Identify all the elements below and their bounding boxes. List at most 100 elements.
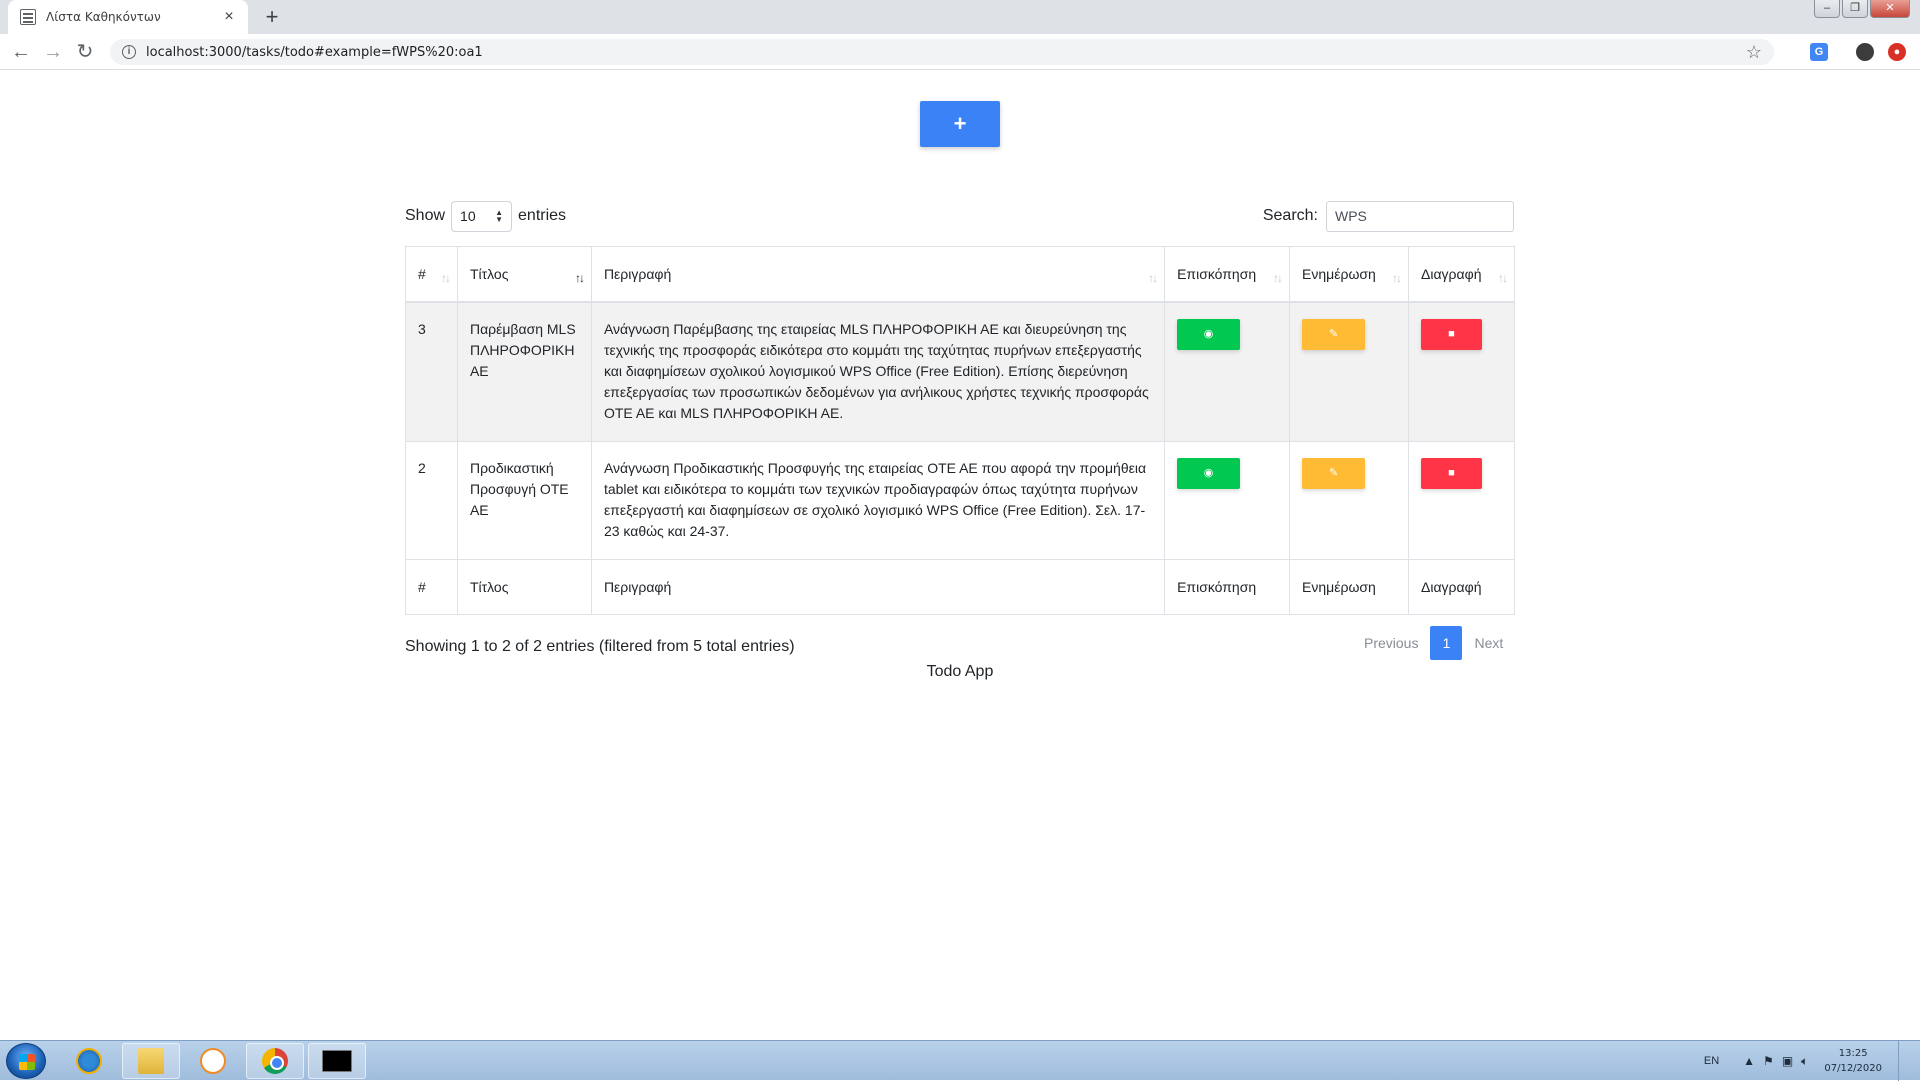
sort-ascending-icon: ↑↓	[574, 271, 585, 285]
column-label: Περιγραφή	[603, 265, 672, 282]
tab-close-icon[interactable]: ×	[220, 8, 238, 26]
edit-button[interactable]: ✎	[1302, 458, 1366, 489]
column-label: #	[418, 265, 426, 282]
new-tab-button[interactable]: +	[258, 3, 286, 31]
edit-icon: ✎	[1328, 327, 1339, 340]
column-header-title[interactable]: Τίτλος ↑↓	[456, 246, 592, 303]
app-footer: Todo App	[926, 663, 994, 680]
eye-icon: ◉	[1203, 467, 1214, 479]
column-label: Τίτλος	[469, 265, 509, 282]
table-row: 3 Παρέμβαση MLS ΠΛΗΡΟΦΟΡΙΚΗ ΑΕ Ανάγνωση …	[405, 301, 1515, 442]
search-label: Search:	[1262, 207, 1318, 224]
table-info: Showing 1 to 2 of 2 entries (filtered fr…	[405, 638, 795, 655]
table-footer-row: # Τίτλος Περιγραφή Επισκόπηση Ενημέρωση …	[405, 559, 1515, 615]
trash-icon: ■	[1448, 467, 1455, 479]
profile-avatar[interactable]	[1856, 43, 1874, 61]
edit-button[interactable]: ✎	[1302, 318, 1366, 350]
column-header-id[interactable]: # ↑↓	[405, 246, 458, 303]
sort-icon: ↑↓	[1148, 271, 1158, 285]
reload-icon[interactable]: ↻	[72, 39, 98, 65]
delete-button[interactable]: ■	[1421, 458, 1482, 489]
column-label: Επισκόπηση	[1177, 265, 1257, 282]
cell-delete: ■	[1408, 441, 1515, 560]
url-text[interactable]: localhost:3000/tasks/todo#example=fWPS%2…	[146, 45, 1746, 60]
taskbar-ie[interactable]	[60, 1043, 118, 1079]
back-icon[interactable]: ←	[8, 39, 34, 65]
show-desktop-button[interactable]	[1898, 1041, 1910, 1081]
browser-tab[interactable]: Λίστα Καθηκόντων ×	[8, 0, 248, 34]
cell-view: ◉	[1164, 301, 1291, 442]
bookmark-star-icon[interactable]: ☆	[1746, 42, 1762, 63]
restore-icon[interactable]: ❐	[1842, 0, 1868, 18]
search-input[interactable]: WPS	[1326, 200, 1514, 232]
translate-icon[interactable]: G	[1810, 43, 1828, 61]
page-1-button[interactable]: 1	[1430, 626, 1463, 660]
taskbar-media-player[interactable]	[184, 1043, 242, 1079]
cell-delete: ■	[1408, 301, 1515, 442]
cell-title: Προδικαστική Προσφυγή ΟΤΕ ΑΕ	[456, 441, 592, 560]
windows-taskbar: EN ▲ ⚑ ▣ 🔈︎ 13:25 07/12/2020	[0, 1040, 1920, 1081]
clock[interactable]: 13:25 07/12/2020	[1824, 1046, 1882, 1076]
footer-view: Επισκόπηση	[1164, 559, 1291, 615]
start-button[interactable]	[6, 1043, 46, 1079]
entries-select-value: 10	[460, 208, 476, 224]
chrome-icon	[262, 1048, 288, 1074]
clock-date: 07/12/2020	[1824, 1063, 1882, 1074]
cell-description: Ανάγνωση Προδικαστικής Προσφυγής της ετα…	[590, 441, 1166, 560]
extension-icon[interactable]: ●	[1888, 43, 1906, 61]
next-page-button[interactable]: Next	[1462, 635, 1515, 651]
column-header-description[interactable]: Περιγραφή ↑↓	[590, 246, 1166, 303]
sort-icon: ↑↓	[440, 271, 451, 285]
action-center-icon[interactable]: ⚑	[1763, 1054, 1774, 1069]
sort-icon: ↑↓	[1498, 271, 1508, 285]
volume-icon[interactable]: 🔈︎	[1801, 1054, 1808, 1069]
browser-tabstrip: Λίστα Καθηκόντων × + – ❐ ✕	[0, 0, 1920, 34]
browser-toolbar: ← → ↻ i localhost:3000/tasks/todo#exampl…	[0, 34, 1920, 70]
delete-button[interactable]: ■	[1421, 318, 1482, 350]
site-info-icon[interactable]: i	[122, 45, 136, 59]
footer-update: Ενημέρωση	[1289, 559, 1409, 615]
minimize-icon[interactable]: –	[1814, 0, 1840, 18]
cell-description: Ανάγνωση Παρέμβασης της εταιρείας MLS ΠΛ…	[590, 301, 1166, 442]
search-control: Search: WPS	[1263, 200, 1514, 232]
window-close-icon[interactable]: ✕	[1870, 0, 1910, 18]
view-button[interactable]: ◉	[1177, 458, 1241, 489]
tray-icons: ▲ ⚑ ▣ 🔈︎	[1743, 1054, 1808, 1069]
edit-icon: ✎	[1328, 467, 1339, 479]
select-arrows-icon: ▲ ▼	[495, 208, 504, 224]
language-indicator[interactable]: EN	[1704, 1055, 1719, 1067]
taskbar-explorer[interactable]	[122, 1043, 180, 1079]
column-label: Ενημέρωση	[1302, 265, 1376, 282]
column-header-delete[interactable]: Διαγραφή ↑↓	[1408, 246, 1515, 303]
window-controls: – ❐ ✕	[1814, 0, 1910, 18]
taskbar-chrome[interactable]	[246, 1043, 304, 1079]
folder-icon	[138, 1048, 164, 1074]
entries-label: entries	[518, 207, 567, 224]
cell-id: 3	[405, 301, 458, 442]
column-header-view[interactable]: Επισκόπηση ↑↓	[1164, 246, 1291, 303]
column-header-update[interactable]: Ενημέρωση ↑↓	[1289, 246, 1409, 303]
media-player-icon	[200, 1048, 226, 1074]
view-button[interactable]: ◉	[1177, 318, 1241, 350]
document-icon	[20, 9, 36, 25]
add-task-button[interactable]: +	[920, 101, 1000, 147]
clock-time: 13:25	[1838, 1048, 1868, 1059]
cell-view: ◉	[1164, 441, 1291, 560]
entries-select[interactable]: 10 ▲ ▼	[451, 200, 513, 232]
footer-id: #	[405, 559, 458, 615]
previous-page-button[interactable]: Previous	[1352, 635, 1430, 651]
tab-title: Λίστα Καθηκόντων	[46, 10, 161, 24]
internet-explorer-icon	[76, 1048, 102, 1074]
address-bar[interactable]: i localhost:3000/tasks/todo#example=fWPS…	[110, 39, 1774, 65]
forward-icon[interactable]: →	[40, 39, 66, 65]
taskbar-cmd[interactable]	[308, 1043, 366, 1079]
show-hidden-icons-icon[interactable]: ▲	[1743, 1054, 1755, 1069]
show-label: Show	[405, 207, 446, 224]
sort-icon: ↑↓	[1273, 271, 1283, 285]
footer-delete: Διαγραφή	[1408, 559, 1515, 615]
network-icon[interactable]: ▣	[1782, 1054, 1793, 1069]
command-prompt-icon	[322, 1050, 352, 1072]
table-header-row: # ↑↓ Τίτλος ↑↓ Περιγραφή ↑↓ Επισκόπηση ↑↓ Εν…	[405, 246, 1515, 303]
column-label: Διαγραφή	[1421, 265, 1482, 282]
sort-icon: ↑↓	[1392, 271, 1402, 285]
